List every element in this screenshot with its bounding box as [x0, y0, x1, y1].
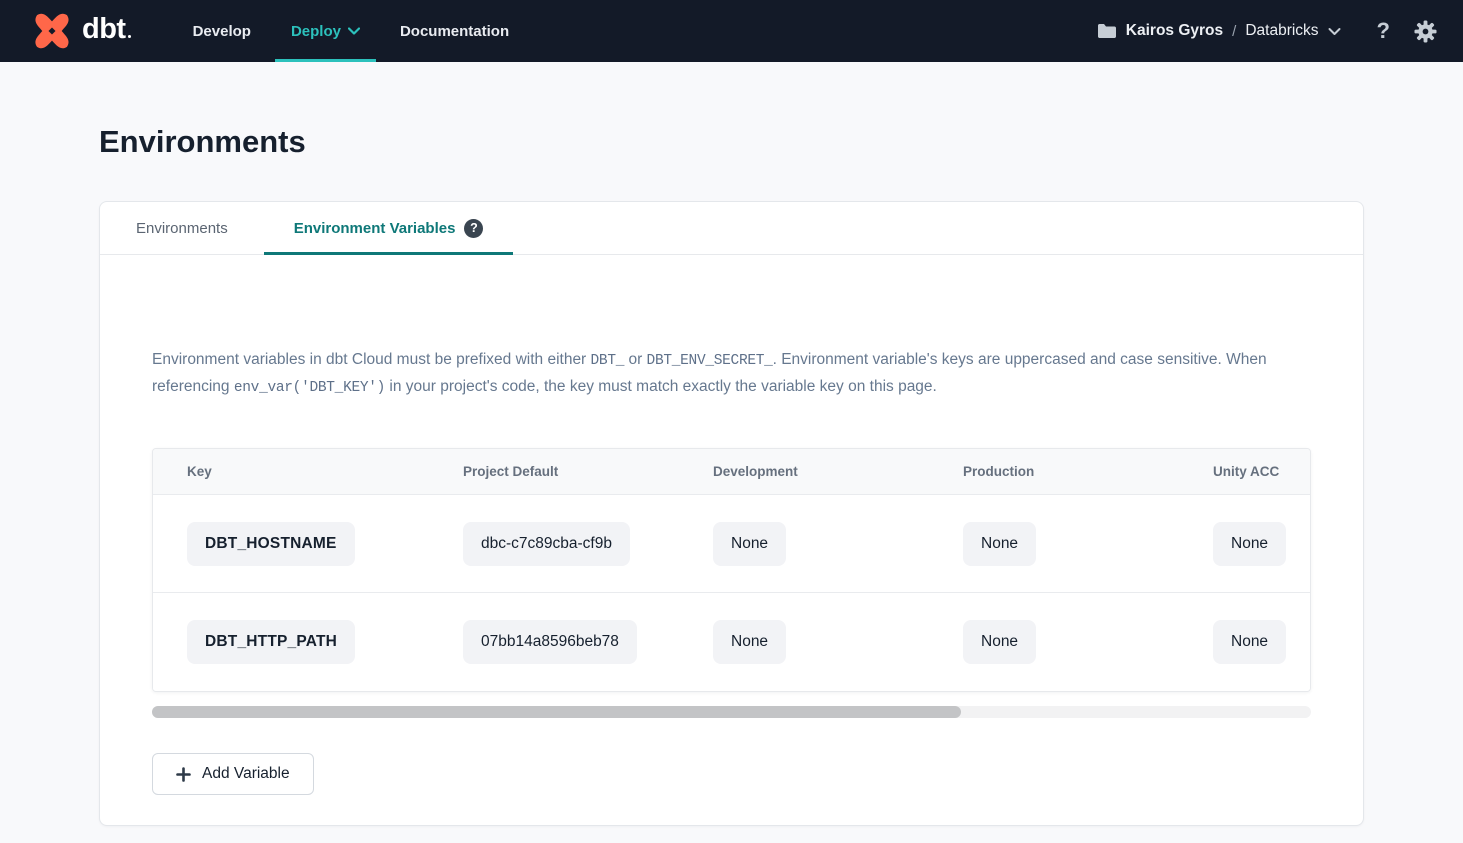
tab-label: Environment Variables: [294, 220, 456, 237]
gear-icon[interactable]: [1414, 20, 1437, 43]
help-icon[interactable]: ?: [1377, 20, 1390, 42]
project-default-cell[interactable]: 07bb14a8596beb78: [463, 620, 637, 664]
nav-item-label: Develop: [193, 23, 251, 40]
page-title: Environments: [99, 124, 1364, 160]
table-header-row: Key Project Default Development Producti…: [153, 449, 1310, 495]
production-cell[interactable]: None: [963, 620, 1036, 664]
nav-item-documentation[interactable]: Documentation: [384, 0, 525, 62]
variable-key-cell[interactable]: DBT_HOSTNAME: [187, 522, 355, 566]
column-header-unity-acc: Unity ACC: [1213, 464, 1310, 479]
add-variable-label: Add Variable: [202, 765, 290, 783]
add-variable-button[interactable]: Add Variable: [152, 753, 314, 795]
project-name: Databricks: [1245, 22, 1318, 40]
top-navbar: dbt Develop Deploy Documentation Kairos …: [0, 0, 1463, 62]
variable-key-cell[interactable]: DBT_HTTP_PATH: [187, 620, 355, 664]
description-segment: or: [624, 351, 646, 368]
environments-card: Environments Environment Variables ? Env…: [99, 201, 1364, 826]
column-header-project-default: Project Default: [463, 464, 713, 479]
horizontal-scrollbar-track[interactable]: [152, 706, 1311, 718]
code-snippet: DBT_: [591, 353, 625, 369]
plus-icon: [176, 767, 191, 782]
table-row: DBT_HTTP_PATH 07bb14a8596beb78 None None…: [153, 593, 1310, 691]
nav-item-label: Deploy: [291, 23, 341, 40]
tab-panel: Environment variables in dbt Cloud must …: [100, 347, 1363, 825]
account-name: Kairos Gyros: [1126, 22, 1223, 40]
tab-bar: Environments Environment Variables ?: [100, 202, 1363, 255]
tab-environment-variables[interactable]: Environment Variables ?: [264, 202, 514, 254]
development-cell[interactable]: None: [713, 620, 786, 664]
main-nav: Develop Deploy Documentation: [177, 0, 526, 62]
column-header-development: Development: [713, 464, 963, 479]
page-content: Environments Environments Environment Va…: [0, 124, 1463, 826]
breadcrumb-separator: /: [1232, 23, 1236, 40]
nav-item-deploy[interactable]: Deploy: [275, 0, 376, 62]
table-row: DBT_HOSTNAME dbc-c7c89cba-cf9b None None…: [153, 495, 1310, 593]
dbt-logo[interactable]: dbt: [30, 0, 131, 62]
unity-acc-cell[interactable]: None: [1213, 620, 1286, 664]
dbt-logo-icon: [30, 9, 74, 53]
description-text: Environment variables in dbt Cloud must …: [152, 347, 1311, 401]
nav-item-label: Documentation: [400, 23, 509, 40]
horizontal-scrollbar-thumb[interactable]: [152, 706, 961, 718]
column-header-key: Key: [187, 464, 463, 479]
project-picker[interactable]: Kairos Gyros / Databricks: [1097, 22, 1341, 40]
nav-item-develop[interactable]: Develop: [177, 0, 267, 62]
help-circle-icon[interactable]: ?: [464, 219, 483, 238]
description-segment: Environment variables in dbt Cloud must …: [152, 351, 591, 368]
code-snippet: DBT_ENV_SECRET_: [647, 353, 773, 369]
tab-environments[interactable]: Environments: [100, 202, 264, 254]
development-cell[interactable]: None: [713, 522, 786, 566]
chevron-down-icon: [1328, 27, 1341, 36]
tab-label: Environments: [136, 220, 228, 237]
code-snippet: env_var('DBT_KEY'): [234, 380, 385, 396]
navbar-right: Kairos Gyros / Databricks ?: [1097, 0, 1437, 62]
description-segment: in your project's code, the key must mat…: [385, 378, 937, 395]
folder-icon: [1097, 23, 1117, 39]
variables-table: Key Project Default Development Producti…: [152, 448, 1311, 692]
chevron-down-icon: [348, 27, 360, 35]
production-cell[interactable]: None: [963, 522, 1036, 566]
column-header-production: Production: [963, 464, 1213, 479]
dbt-wordmark: dbt: [82, 13, 131, 46]
project-default-cell[interactable]: dbc-c7c89cba-cf9b: [463, 522, 630, 566]
unity-acc-cell[interactable]: None: [1213, 522, 1286, 566]
